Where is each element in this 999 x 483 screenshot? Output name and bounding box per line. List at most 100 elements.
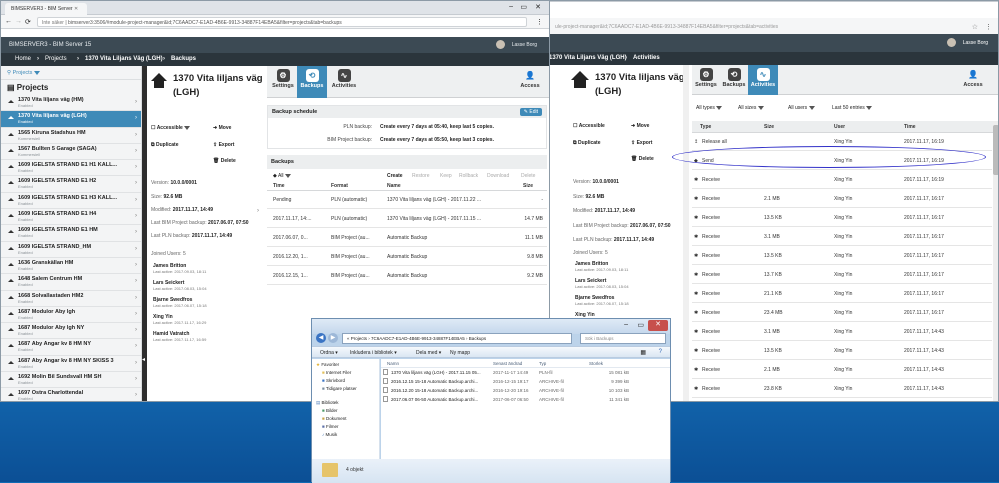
list-item[interactable]: 1370 Vita liljans väg (LGH) - 2017.11.15… (381, 368, 670, 377)
filter-types[interactable]: All types (696, 105, 723, 111)
col-name[interactable]: Name (387, 183, 401, 189)
sidebar-item-project[interactable]: 1609 IGELSTA STRAND E1 H1 KÄLL... Enabled… (1, 160, 141, 177)
col-size[interactable]: Size (764, 124, 774, 130)
url-field[interactable]: ule-project-manager&id;7C6AADC7-E1AD-4B6… (551, 22, 931, 34)
table-row[interactable]: 2017.06.07, 0... BIM Project (au... Automa… (267, 229, 547, 247)
maximize-icon[interactable]: ▭ (637, 321, 644, 329)
tab-backups[interactable]: ⟲ Backups (720, 65, 748, 91)
table-row[interactable]: Pending PLN (automatic) 1370 Vita liljans … (267, 191, 547, 209)
action-move[interactable]: ➜ Move (213, 125, 231, 131)
crumb-project[interactable]: 1370 Vita Liljans Väg (LGH) (549, 55, 627, 61)
action-duplicate[interactable]: ⧉ Duplicate (573, 140, 600, 146)
minimize-icon[interactable]: – (624, 321, 628, 328)
table-row[interactable]: ✱ Receive 13.5 KB Xing Yin 2017.11.17, 16:17 (692, 247, 992, 265)
filter-entries[interactable]: Last 50 entries (832, 105, 873, 111)
sidebar-item-project[interactable]: 1609 IGELSTA STRAND_HM Enabled › (1, 242, 141, 258)
sidebar-item-project[interactable]: 1687 Åby Ängar kv 8 HM NY Enabled › (1, 339, 141, 356)
sidebar-item-project[interactable]: 1687 Åby Ängar kv 8 HM NY SKISS 3 Enabled… (1, 356, 141, 373)
col-format[interactable]: Format (331, 183, 348, 189)
delete-button[interactable]: Delete (521, 173, 535, 179)
sidebar-item-project[interactable]: 1609 IGELSTA STRAND E1 H3 KÄLL... Enabled… (1, 193, 141, 210)
filter-users[interactable]: All users (788, 105, 815, 111)
keep-button[interactable]: Keep (440, 173, 452, 179)
action-export[interactable]: ⇪ Export (213, 142, 234, 148)
col-time[interactable]: Time (904, 124, 916, 130)
list-item[interactable]: 2016.12.20 15-18 Automatic Backup.archi.… (381, 386, 670, 395)
sidebar-item-project[interactable]: 1609 IGELSTA STRAND E1 HM Enabled › (1, 225, 141, 242)
tab-activities[interactable]: ∿ Activities (329, 66, 359, 92)
sidebar-item-project[interactable]: 1668 Solvallastaden HM2 Enabled › (1, 291, 141, 307)
crumb-backups[interactable]: Backups (171, 56, 196, 62)
action-accessible[interactable]: ☐ Accessible (151, 125, 191, 131)
action-delete[interactable]: 🗑 Delete (631, 156, 654, 162)
back-icon[interactable]: ◀ (316, 333, 326, 343)
all-select[interactable]: ◆ All (273, 173, 291, 179)
create-button[interactable]: Create (387, 173, 403, 179)
sidebar-item-project[interactable]: 1370 Vita liljans väg (LGH) Enabled › (1, 111, 141, 128)
tab-settings[interactable]: ⚙ Settings (692, 65, 720, 91)
crumb-projects[interactable]: Projects (45, 56, 67, 62)
action-export[interactable]: ⇪ Export (631, 140, 652, 146)
crumb-project[interactable]: 1370 Vita Liljans Väg (LGH) (85, 56, 163, 62)
crumb-activities[interactable]: Activities (633, 55, 660, 61)
tab-settings[interactable]: ⚙ Settings (269, 66, 297, 92)
edit-button[interactable]: ✎ Edit (519, 108, 542, 116)
col-user[interactable]: User (834, 124, 845, 130)
maximize-icon[interactable]: ▭ (520, 3, 527, 11)
col-name[interactable]: Namn (387, 361, 399, 366)
nav-favorites[interactable]: ★ Favoriter (312, 362, 379, 370)
forward-icon[interactable]: → (15, 18, 22, 25)
table-row[interactable]: ✱ Receive 13.5 KB Xing Yin 2017.11.17, 14:43 (692, 342, 992, 360)
back-icon[interactable]: ← (5, 18, 12, 25)
collapse-icon[interactable]: ◂ (142, 356, 145, 363)
col-size[interactable]: Storlek (589, 361, 603, 366)
sidebar-item-project[interactable]: 1609 IGELSTA STRAND E1 H2 Enabled › (1, 176, 141, 193)
table-row[interactable]: ✱ Receive 13.5 KB Xing Yin 2017.11.17, 16:17 (692, 209, 992, 227)
sidebar-item-project[interactable]: 1648 Salem Centrum HM Enabled › (1, 274, 141, 291)
close-icon[interactable]: ✕ (74, 6, 78, 12)
url-field[interactable]: Inte säker | bimserver3:3506/#module-pro… (37, 17, 527, 27)
table-row[interactable]: ✱ Receive 2.1 MB Xing Yin 2017.11.17, 16:17 (692, 190, 992, 208)
col-modified[interactable]: Senast ändrad (493, 361, 522, 366)
menu-include[interactable]: Inkludera i bibliotek ▾ (350, 350, 397, 356)
nav-desktop[interactable]: ■ Skrivbord (312, 378, 379, 386)
expand-arrow-icon[interactable]: › (257, 208, 259, 214)
col-type[interactable]: Typ (539, 361, 546, 366)
close-icon[interactable]: ✕ (648, 320, 668, 331)
star-icon[interactable]: ☆ (972, 23, 978, 31)
nav-internet[interactable]: ■ Internet Filer (312, 370, 379, 378)
filter-sizes[interactable]: All sizes (738, 105, 764, 111)
tab-access[interactable]: 👤 Access (513, 66, 547, 92)
tab-activities[interactable]: ∿ Activities (748, 65, 778, 95)
sidebar-item-project[interactable]: 1636 Granskällan HM Enabled › (1, 258, 141, 275)
table-row[interactable]: ✱ Receive 21.1 KB Xing Yin 2017.11.17, 16:17 (692, 285, 992, 303)
rollback-button[interactable]: Rollback (459, 173, 478, 179)
col-size[interactable]: Size (523, 183, 533, 189)
nav-recent[interactable]: ■ Tidigare platser (312, 386, 379, 394)
forward-icon[interactable]: ▶ (328, 333, 338, 343)
col-type[interactable]: Type (700, 124, 711, 130)
avatar[interactable] (496, 40, 505, 49)
sidebar-item-project[interactable]: 1697 Östra Charlottendal Enabled › (1, 388, 141, 401)
menu-icon[interactable]: ⋮ (985, 23, 992, 31)
user-name[interactable]: Lasse Borg (512, 42, 537, 48)
minimize-icon[interactable]: – (509, 3, 513, 10)
user-name[interactable]: Lasse Borg (963, 40, 988, 46)
col-time[interactable]: Time (273, 183, 285, 189)
download-button[interactable]: Download (487, 173, 509, 179)
table-row[interactable]: ✱ Receive 13.7 KB Xing Yin 2017.11.17, 16:17 (692, 266, 992, 284)
table-row[interactable]: 2016.12.15, 1... BIM Project (au... Automa… (267, 267, 547, 285)
explorer-address[interactable]: « Projects › 7C6AADC7-E1AD-4B6E-9913-348… (342, 333, 572, 344)
sidebar-item-project[interactable]: 1609 IGELSTA STRAND E1 H4 Enabled › (1, 209, 141, 226)
sidebar-item-project[interactable]: 1565 Kiruna Stadshus HM Kommersiell › (1, 128, 141, 144)
scroll-thumb[interactable] (993, 125, 998, 175)
table-row[interactable]: ✱ Receive 23.4 MB Xing Yin 2017.11.17, 16:17 (692, 304, 992, 322)
browser-tab[interactable]: BIMSERVER3 - BIM Server ✕ (5, 3, 87, 15)
menu-new-folder[interactable]: Ny mapp (450, 350, 470, 356)
action-duplicate[interactable]: ⧉ Duplicate (151, 142, 178, 148)
activity-scrollbar[interactable] (993, 121, 998, 401)
tab-backups[interactable]: ⟲ Backups (297, 66, 327, 98)
sidebar-item-project[interactable]: 1687 Modulor Åby lgh Enabled › (1, 307, 141, 324)
projects-filter[interactable]: ⚲ Projects (1, 66, 141, 80)
view-icon[interactable]: ▦ (640, 349, 646, 356)
